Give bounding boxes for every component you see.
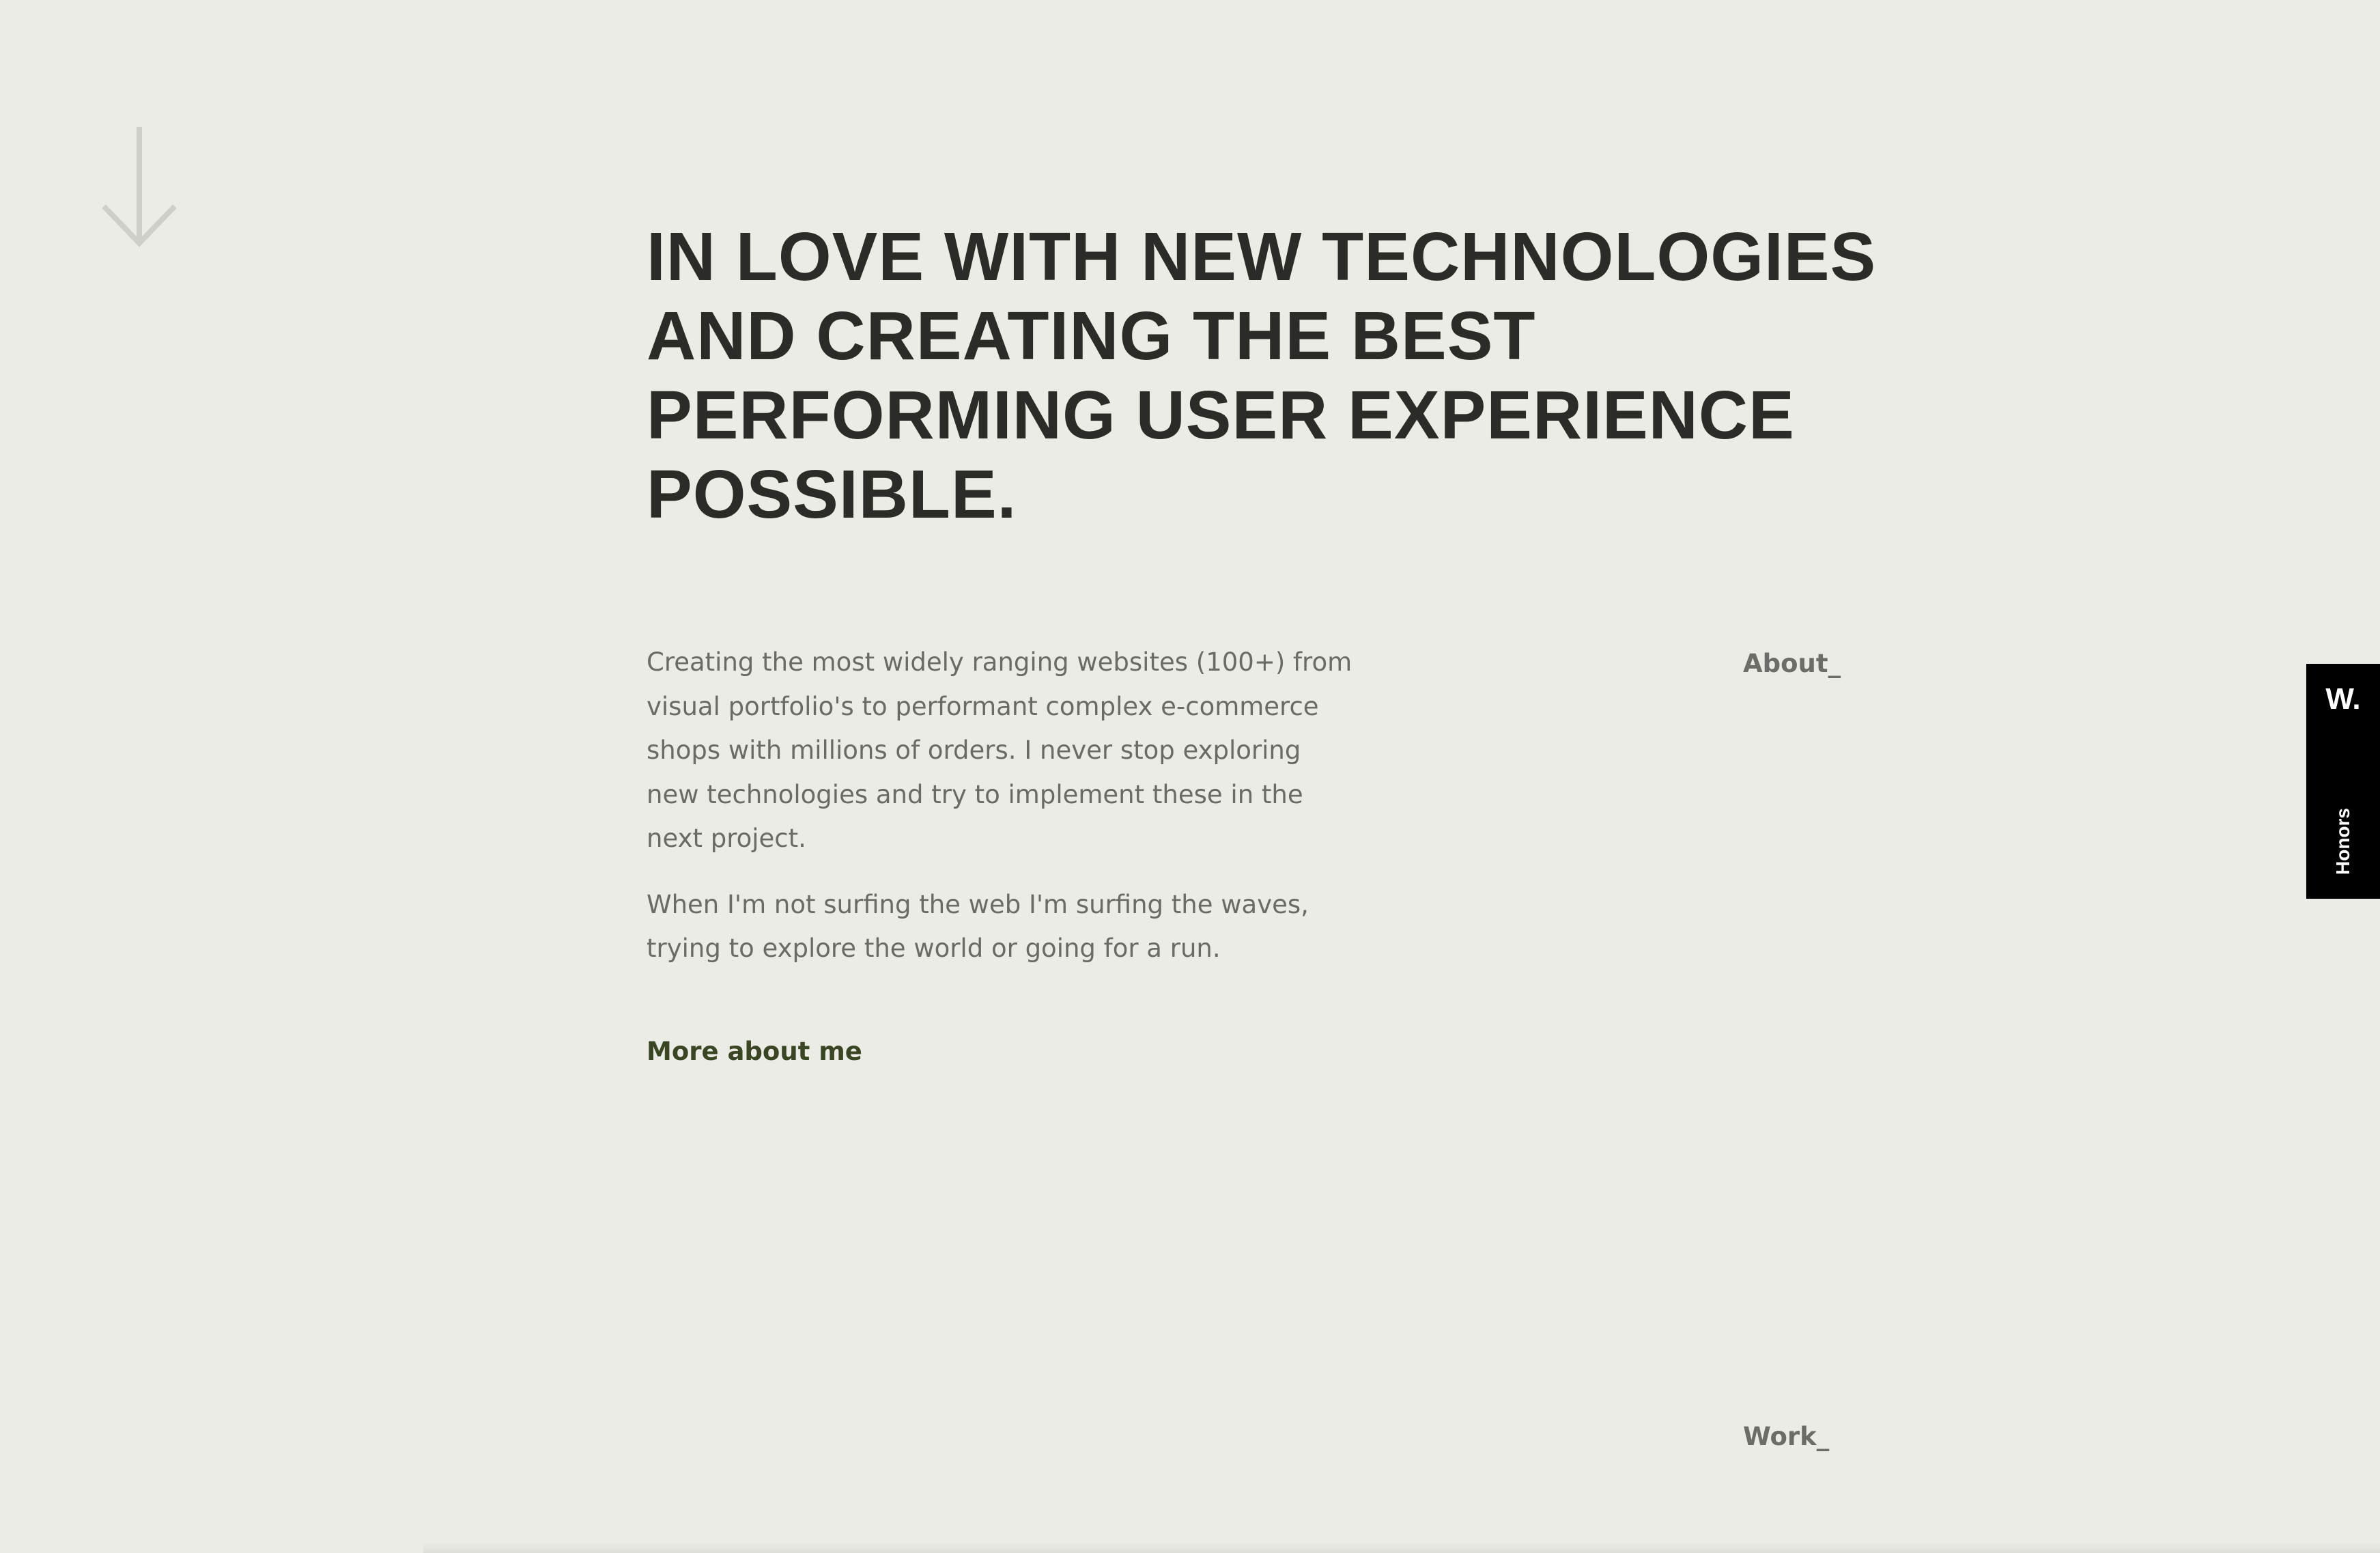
honors-badge[interactable]: W. Honors: [2306, 664, 2380, 899]
next-section-edge: [423, 1542, 2380, 1553]
headline-line: POSSIBLE.: [647, 456, 1017, 533]
headline-line: IN LOVE WITH NEW TECHNOLOGIES: [647, 219, 1877, 295]
honors-logo: W.: [2325, 682, 2361, 716]
hero-headline: IN LOVE WITH NEW TECHNOLOGIES AND CREATI…: [647, 217, 1944, 534]
bio-paragraph: Creating the most widely ranging website…: [647, 647, 1352, 853]
headline-line: AND CREATING THE BEST: [647, 298, 1536, 374]
section-label-work: Work_: [1743, 1422, 1830, 1451]
about-bio: Creating the most widely ranging website…: [647, 641, 1357, 971]
arrow-down-icon[interactable]: [101, 127, 178, 247]
bio-paragraph: When I'm not surfing the web I'm surfing…: [647, 889, 1309, 964]
headline-line: PERFORMING USER EXPERIENCE: [647, 377, 1795, 453]
section-label-about: About_: [1743, 649, 1841, 678]
more-about-me-link[interactable]: More about me: [647, 1033, 862, 1071]
honors-label: Honors: [2332, 808, 2353, 875]
